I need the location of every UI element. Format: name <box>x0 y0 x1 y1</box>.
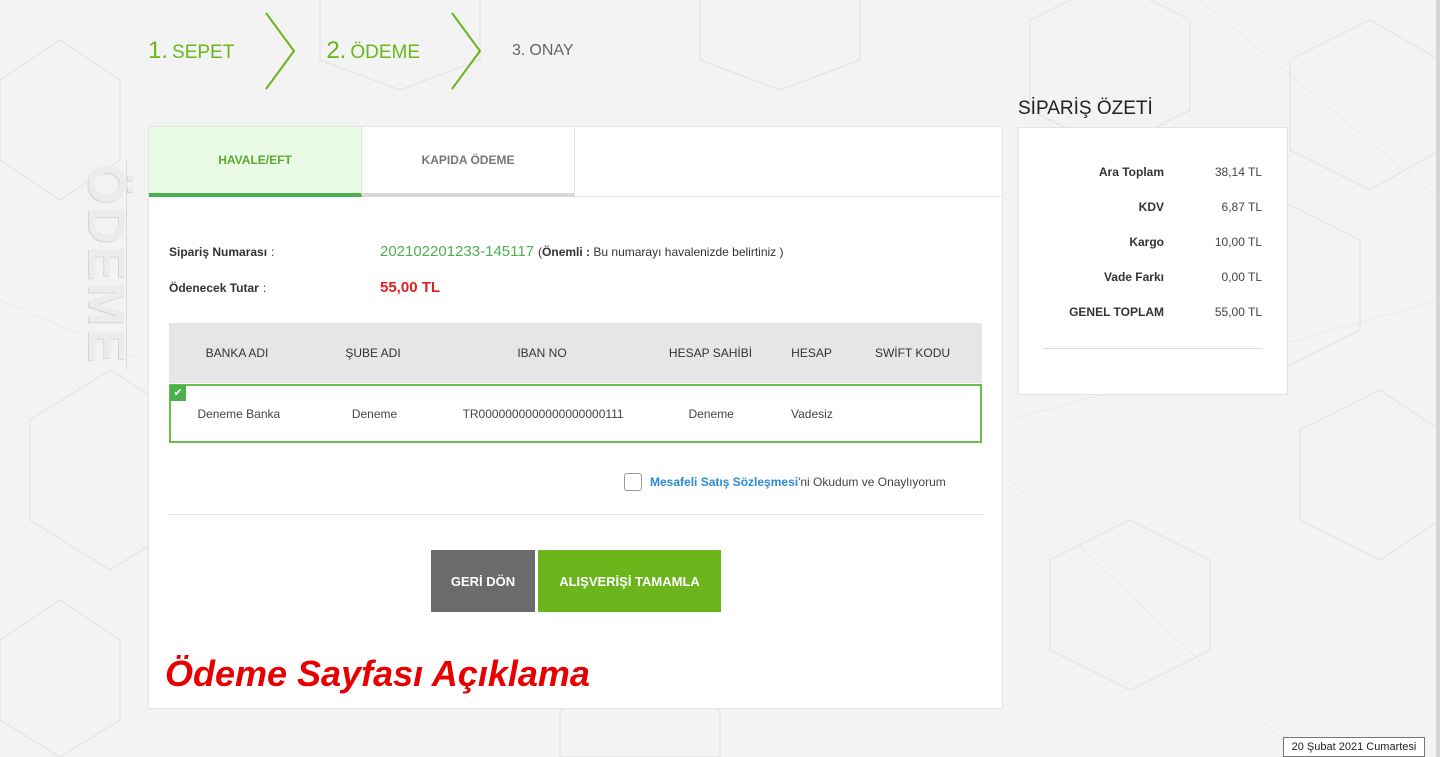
contract-checkbox[interactable] <box>624 473 642 491</box>
side-watermark: ÖDEME <box>64 160 148 370</box>
summary-title: SİPARİŞ ÖZETİ <box>1018 98 1153 119</box>
table-cell: Deneme <box>351 406 398 421</box>
contract-link[interactable]: Mesafeli Satış Sözleşmesi <box>650 475 798 489</box>
summary-label: KDV <box>1138 200 1164 214</box>
checkout-steps: 1. SEPET 2. ÖDEME 3. ONAY <box>148 10 574 92</box>
page-caption: Ödeme Sayfası Açıklama <box>165 653 590 694</box>
side-watermark-text: ÖDEME <box>77 163 135 365</box>
step-label: ONAY <box>529 42 574 59</box>
table-header: BANKA ADI ŞUBE ADI IBAN NO HESAP SAHİBİ … <box>169 323 982 383</box>
summary-label: Ara Toplam <box>1098 165 1164 179</box>
column-header: SWİFT KODU <box>874 346 951 360</box>
amount-label: Ödenecek Tutar: <box>169 280 267 295</box>
date-display: 20 Şubat 2021 Cumartesi <box>1283 737 1425 757</box>
step-number: 3. <box>512 42 526 59</box>
summary-row: Ara Toplam 38,14 TL <box>1019 165 1289 179</box>
complete-order-button[interactable]: ALIŞVERİŞİ TAMAMLA <box>538 550 721 612</box>
summary-row: Kargo 10,00 TL <box>1019 235 1289 249</box>
summary-value: 55,00 TL <box>1214 305 1262 319</box>
bank-accounts-table: BANKA ADI ŞUBE ADI IBAN NO HESAP SAHİBİ … <box>169 323 982 443</box>
page-scrollbar[interactable] <box>1436 0 1440 757</box>
table-cell: Deneme Banka <box>197 406 281 421</box>
tab-cash-on-delivery[interactable]: KAPIDA ÖDEME <box>362 127 575 197</box>
back-button[interactable]: GERİ DÖN <box>431 550 535 612</box>
order-number-label: Sipariş Numarası: <box>169 244 275 259</box>
column-header: HESAP <box>791 346 832 360</box>
summary-row: Vade Farkı 0,00 TL <box>1019 270 1289 284</box>
tab-bank-transfer[interactable]: HAVALE/EFT <box>149 127 362 197</box>
payment-method-tabs: HAVALE/EFT KAPIDA ÖDEME <box>149 127 1002 197</box>
order-note: (Önemli : Bu numarayı havalenizde belirt… <box>538 244 784 259</box>
summary-label: GENEL TOPLAM <box>1069 305 1164 319</box>
summary-value: 10,00 TL <box>1214 235 1262 249</box>
step-confirm: 3. ONAY <box>512 42 574 60</box>
summary-value: 38,14 TL <box>1214 165 1262 179</box>
summary-label: Vade Farkı <box>1103 270 1164 284</box>
contract-agreement: Mesafeli Satış Sözleşmesi 'ni Okudum ve … <box>624 473 946 491</box>
divider <box>1043 348 1263 349</box>
step-number: 2. <box>326 37 347 64</box>
table-cell: Vadesiz <box>791 406 833 421</box>
column-header: ŞUBE ADI <box>345 346 401 360</box>
table-cell: TR0000000000000000000111 <box>462 406 624 421</box>
divider <box>169 514 984 515</box>
step-number: 1. <box>148 37 169 64</box>
order-summary-panel: Ara Toplam 38,14 TL KDV 6,87 TL Kargo 10… <box>1018 127 1288 395</box>
summary-value: 6,87 TL <box>1221 200 1262 214</box>
order-number-row: Sipariş Numarası: 202102201233-145117 (Ö… <box>169 243 784 260</box>
contract-text: 'ni Okudum ve Onaylıyorum <box>798 475 946 489</box>
summary-value: 0,00 TL <box>1221 270 1262 284</box>
table-row[interactable]: ✔ Deneme Banka Deneme TR0000000000000000… <box>169 384 982 443</box>
step-payment[interactable]: 2. ÖDEME <box>326 37 420 65</box>
column-header: BANKA ADI <box>205 346 269 360</box>
summary-row: KDV 6,87 TL <box>1019 200 1289 214</box>
summary-label: Kargo <box>1129 235 1164 249</box>
order-number-value: 202102201233-145117 <box>380 243 535 260</box>
summary-row-total: GENEL TOPLAM 55,00 TL <box>1019 305 1289 319</box>
checkmark-icon: ✔ <box>170 385 186 401</box>
chevron-right-icon <box>265 12 296 90</box>
step-cart[interactable]: 1. SEPET <box>148 37 234 65</box>
payment-panel: HAVALE/EFT KAPIDA ÖDEME Sipariş Numarası… <box>148 126 1003 709</box>
amount-value: 55,00 TL <box>380 279 441 296</box>
step-label: ÖDEME <box>350 42 421 63</box>
step-label: SEPET <box>172 42 235 63</box>
amount-row: Ödenecek Tutar: 55,00 TL <box>169 279 440 296</box>
column-header: IBAN NO <box>517 346 567 360</box>
chevron-right-icon <box>451 12 482 90</box>
column-header: HESAP SAHİBİ <box>668 346 753 360</box>
table-cell: Deneme <box>688 406 734 421</box>
